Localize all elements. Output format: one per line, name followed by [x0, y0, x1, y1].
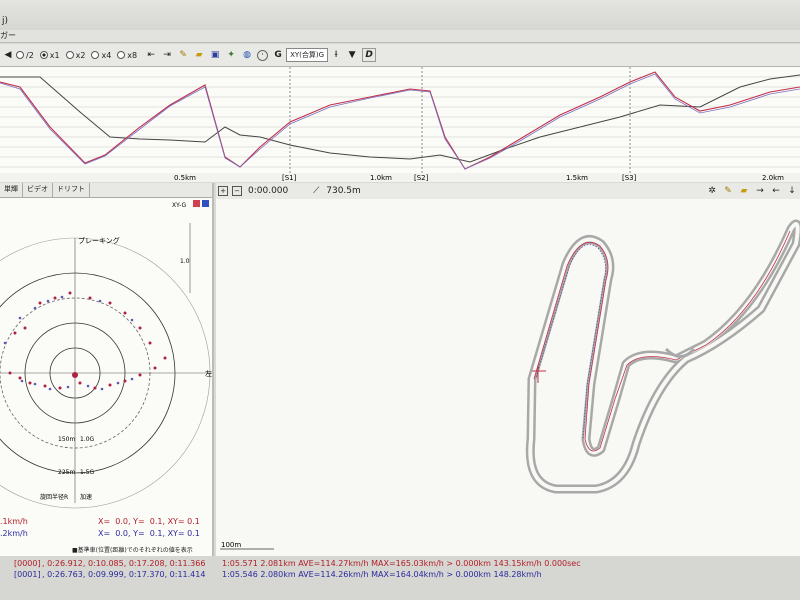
racing-line-lap0: [533, 230, 791, 452]
speed-trace-lap1-dark: [0, 74, 800, 163]
settings-icon[interactable]: ✲: [706, 185, 718, 197]
ring-g-label: 1.5G: [80, 469, 95, 476]
axis-bar: [0, 173, 800, 182]
open-folder-icon[interactable]: ▰: [193, 49, 205, 61]
lap1-speed-readout: .2km/h: [0, 529, 28, 538]
timer-icon[interactable]: ·: [257, 49, 269, 61]
lap0-id: [0000]: [14, 559, 41, 568]
speed-graph-svg: 0.5km 1.0km 1.5km 2.0km [S1] [S2] [S3]: [0, 67, 800, 182]
sector-label: [S3]: [622, 174, 637, 182]
left-direction-label: 左: [205, 369, 212, 378]
arrow-left-icon[interactable]: ←: [770, 185, 782, 197]
lap0-speed-readout: .1km/h: [0, 517, 28, 526]
lap-status-bar: [0000] , 0:26.912, 0:10.085, 0:17.208, 0…: [0, 556, 800, 600]
title-bar: j): [0, 0, 800, 30]
split-right-icon[interactable]: ⇥: [161, 49, 173, 61]
distance-label: 0.5km: [174, 174, 196, 182]
open-folder-icon[interactable]: ▰: [738, 185, 750, 197]
save-icon[interactable]: ▣: [209, 49, 221, 61]
zoom-x1-label: x1: [49, 50, 60, 60]
radio-icon: [117, 51, 126, 59]
zoom-x1-radio[interactable]: x1: [39, 50, 60, 60]
zoom-x2-label: x2: [75, 50, 86, 60]
radio-icon: [91, 51, 100, 59]
marker-icon[interactable]: ✎: [722, 185, 734, 197]
track-map[interactable]: 100m: [216, 199, 800, 556]
cursor-icon[interactable]: Ɨ: [330, 49, 342, 61]
distance-label: 1.5km: [566, 174, 588, 182]
zoom-x4-radio[interactable]: x4: [91, 51, 111, 60]
ring-radius-label: 225m: [58, 469, 75, 476]
gg-panel[interactable]: XY-G ブレーキング 1.0 左 150m 1.0G 225m 1.5G 旋回…: [0, 183, 214, 558]
tools-icon[interactable]: ✦: [225, 49, 237, 61]
accel-label: 加速: [80, 493, 92, 501]
lap1-swatch: [202, 200, 209, 207]
expand-icon[interactable]: +: [218, 186, 228, 196]
globe-icon[interactable]: ◍: [241, 49, 253, 61]
filter-icon[interactable]: ▼: [346, 49, 358, 61]
tab-drift[interactable]: ドリフト: [53, 183, 90, 197]
marker-icon[interactable]: ✎: [177, 49, 189, 61]
sector-label: [S1]: [282, 174, 297, 182]
split-left-icon[interactable]: ⇤: [145, 49, 157, 61]
distance-label: 2.0km: [762, 174, 784, 182]
lap1-splits: , 0:26.763, 0:09.999, 0:17.370, 0:11.414: [42, 570, 206, 579]
gg-scatter-lap1: [3, 295, 134, 391]
menu-bar: ガー: [0, 30, 800, 43]
zoom-x8-radio[interactable]: x8: [117, 51, 137, 60]
scale-value: 1.0: [180, 258, 190, 265]
lap1-id: [0001]: [14, 570, 41, 579]
menu-item[interactable]: ガー: [0, 30, 16, 41]
turn-radius-label: 旋回半径R: [40, 493, 68, 501]
zoom-half-radio[interactable]: /2: [16, 51, 34, 60]
lap1-summary: 1:05.546 2.080km AVE=114.26km/h MAX=164.…: [222, 570, 542, 579]
play-back-icon[interactable]: ◀: [2, 49, 14, 61]
speed-trace-lap1: [0, 73, 800, 170]
radio-icon: [39, 51, 48, 59]
track-distance: 730.5m: [326, 186, 361, 196]
speed-trace-lap0: [0, 71, 800, 170]
ring-radius-label: 150m: [58, 436, 75, 443]
gg-axis-label: XY-G: [172, 202, 186, 209]
mode-select[interactable]: XY(合算)G: [286, 48, 329, 62]
reference-note: ■基準車(位置(距離)でのそれぞれの値を表示: [72, 547, 193, 554]
lap0-summary: 1:05.571 2.081km AVE=114.27km/h MAX=165.…: [222, 559, 581, 568]
track-map-svg: 100m: [220, 219, 800, 550]
tab-video[interactable]: ビデオ: [23, 183, 53, 197]
map-header: + − 0:00.000 ⟋ 730.5m ✲ ✎ ▰ → ← ↓: [216, 183, 800, 200]
zoom-half-label: /2: [26, 50, 34, 60]
distance-label: 1.0km: [370, 174, 392, 182]
collapse-icon[interactable]: −: [232, 186, 242, 196]
arrow-down-icon[interactable]: ↓: [786, 185, 798, 197]
lap1-g-readout: X= 0.0, Y= 0.1, XY= 0.1: [98, 529, 200, 538]
sector-label: [S2]: [414, 174, 429, 182]
speed-graph[interactable]: 0.5km 1.0km 1.5km 2.0km [S1] [S2] [S3]: [0, 67, 800, 182]
g-icon[interactable]: G: [272, 49, 284, 61]
window-title: j): [2, 16, 9, 26]
zoom-x8-label: x8: [127, 50, 138, 60]
scale-label: 100m: [221, 541, 241, 549]
lap0-g-readout: X= 0.0, Y= 0.1, XY= 0.1: [98, 517, 200, 526]
ruler-icon: ⟋: [313, 186, 320, 196]
arrow-right-icon[interactable]: →: [754, 185, 766, 197]
left-tabs: 単輝 ビデオ ドリフト: [0, 183, 212, 198]
radio-icon: [16, 51, 24, 59]
radio-icon: [65, 51, 74, 59]
d-button[interactable]: D: [362, 48, 377, 62]
lap0-splits: , 0:26.912, 0:10.085, 0:17.208, 0:11.366: [42, 559, 206, 568]
gg-diagram: XY-G ブレーキング 1.0 左 150m 1.0G 225m 1.5G 旋回…: [0, 200, 212, 509]
toolbar: ◀ /2 x1 x2 x4 x8 ⇤ ⇥ ✎ ▰ ▣ ✦ ◍ · G XY(合算…: [0, 44, 800, 67]
zoom-x4-label: x4: [101, 50, 112, 60]
zoom-x2-radio[interactable]: x2: [65, 50, 86, 60]
lap0-swatch: [193, 200, 200, 207]
ring-g-label: 1.0G: [80, 436, 95, 443]
braking-label: ブレーキング: [78, 236, 120, 245]
elapsed-time: 0:00.000: [248, 186, 289, 196]
tab-single[interactable]: 単輝: [0, 183, 23, 197]
